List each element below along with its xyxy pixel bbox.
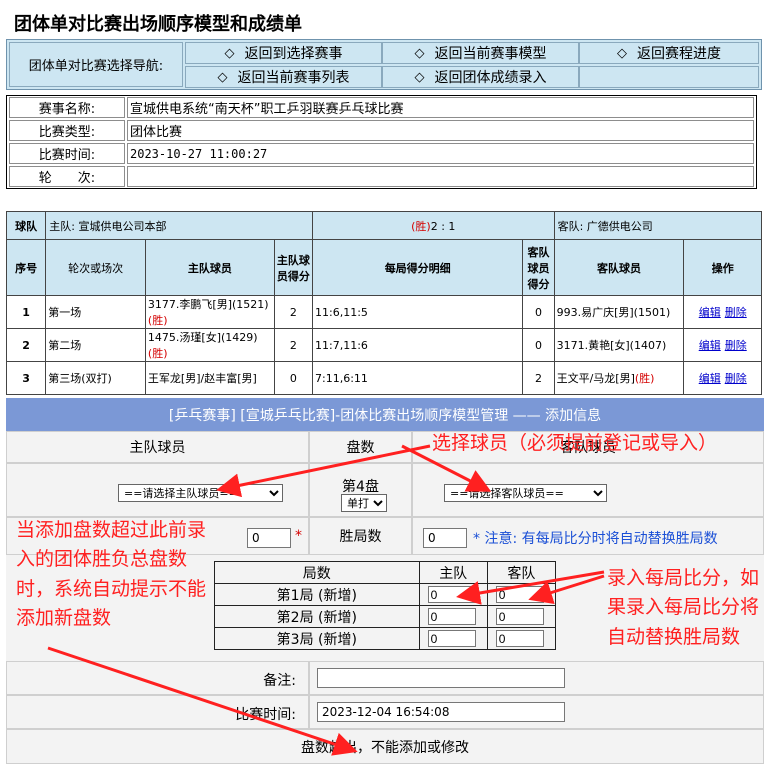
annotation-arrows [47, 444, 605, 756]
arrow-to-away-select [401, 444, 492, 492]
arrow-to-limit-message [47, 646, 358, 756]
arrow-to-home-select [216, 444, 431, 498]
